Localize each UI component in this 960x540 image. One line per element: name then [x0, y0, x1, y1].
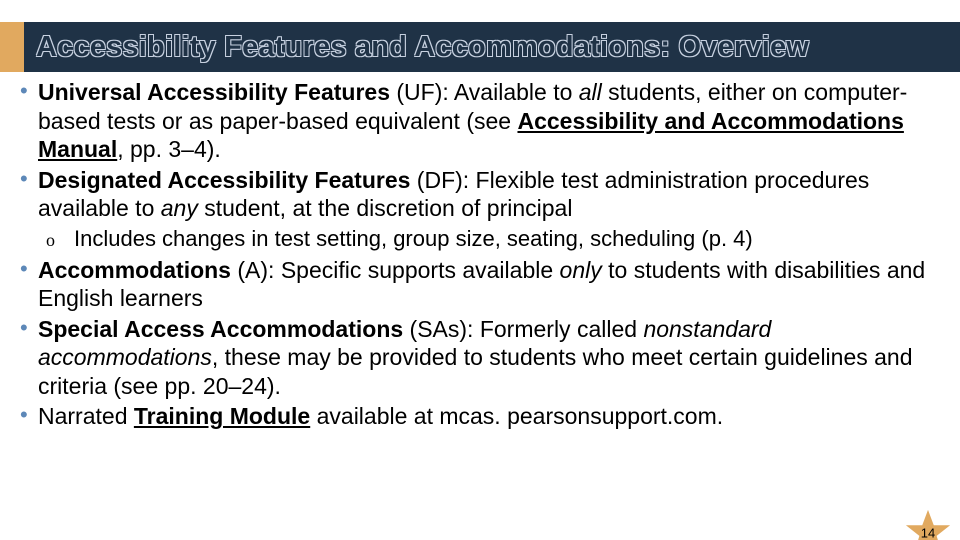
uf-t1: (UF): Available to — [390, 79, 579, 105]
accent-box — [0, 22, 24, 72]
a-bold: Accommodations — [38, 257, 231, 283]
sa-bold: Special Access Accommodations — [38, 316, 403, 342]
df-t2: student, at the discretion of principal — [198, 195, 573, 221]
tr-link[interactable]: Training Module — [134, 403, 310, 429]
a-t1: (A): Specific supports available — [231, 257, 560, 283]
bullet-accom: Accommodations (A): Specific supports av… — [18, 256, 942, 313]
df-bold: Designated Accessibility Features — [38, 167, 410, 193]
page-number: 14 — [921, 525, 935, 540]
uf-bold: Universal Accessibility Features — [38, 79, 390, 105]
tr-t1: available at mcas. pearsonsupport.com. — [310, 403, 723, 429]
df-sub: o Includes changes in test setting, grou… — [38, 225, 942, 252]
content-area: Universal Accessibility Features (UF): A… — [0, 72, 960, 431]
tr-pre: Narrated — [38, 403, 134, 429]
slide-title: Accessibility Features and Accommodation… — [36, 31, 809, 64]
bullet-training: Narrated Training Module available at mc… — [18, 402, 942, 431]
page-number-star: 14 — [904, 508, 952, 540]
df-sub-text: Includes changes in test setting, group … — [74, 226, 753, 251]
uf-t3: , pp. 3–4). — [117, 136, 221, 162]
bullet-df: Designated Accessibility Features (DF): … — [18, 166, 942, 252]
title-bar: Accessibility Features and Accommodation… — [0, 22, 960, 72]
sa-t1: (SAs): Formerly called — [403, 316, 643, 342]
bullet-sa: Special Access Accommodations (SAs): For… — [18, 315, 942, 401]
sub-marker: o — [46, 229, 55, 251]
a-ital: only — [560, 257, 602, 283]
uf-ital: all — [579, 79, 602, 105]
bullet-uf: Universal Accessibility Features (UF): A… — [18, 78, 942, 164]
df-ital: any — [161, 195, 198, 221]
